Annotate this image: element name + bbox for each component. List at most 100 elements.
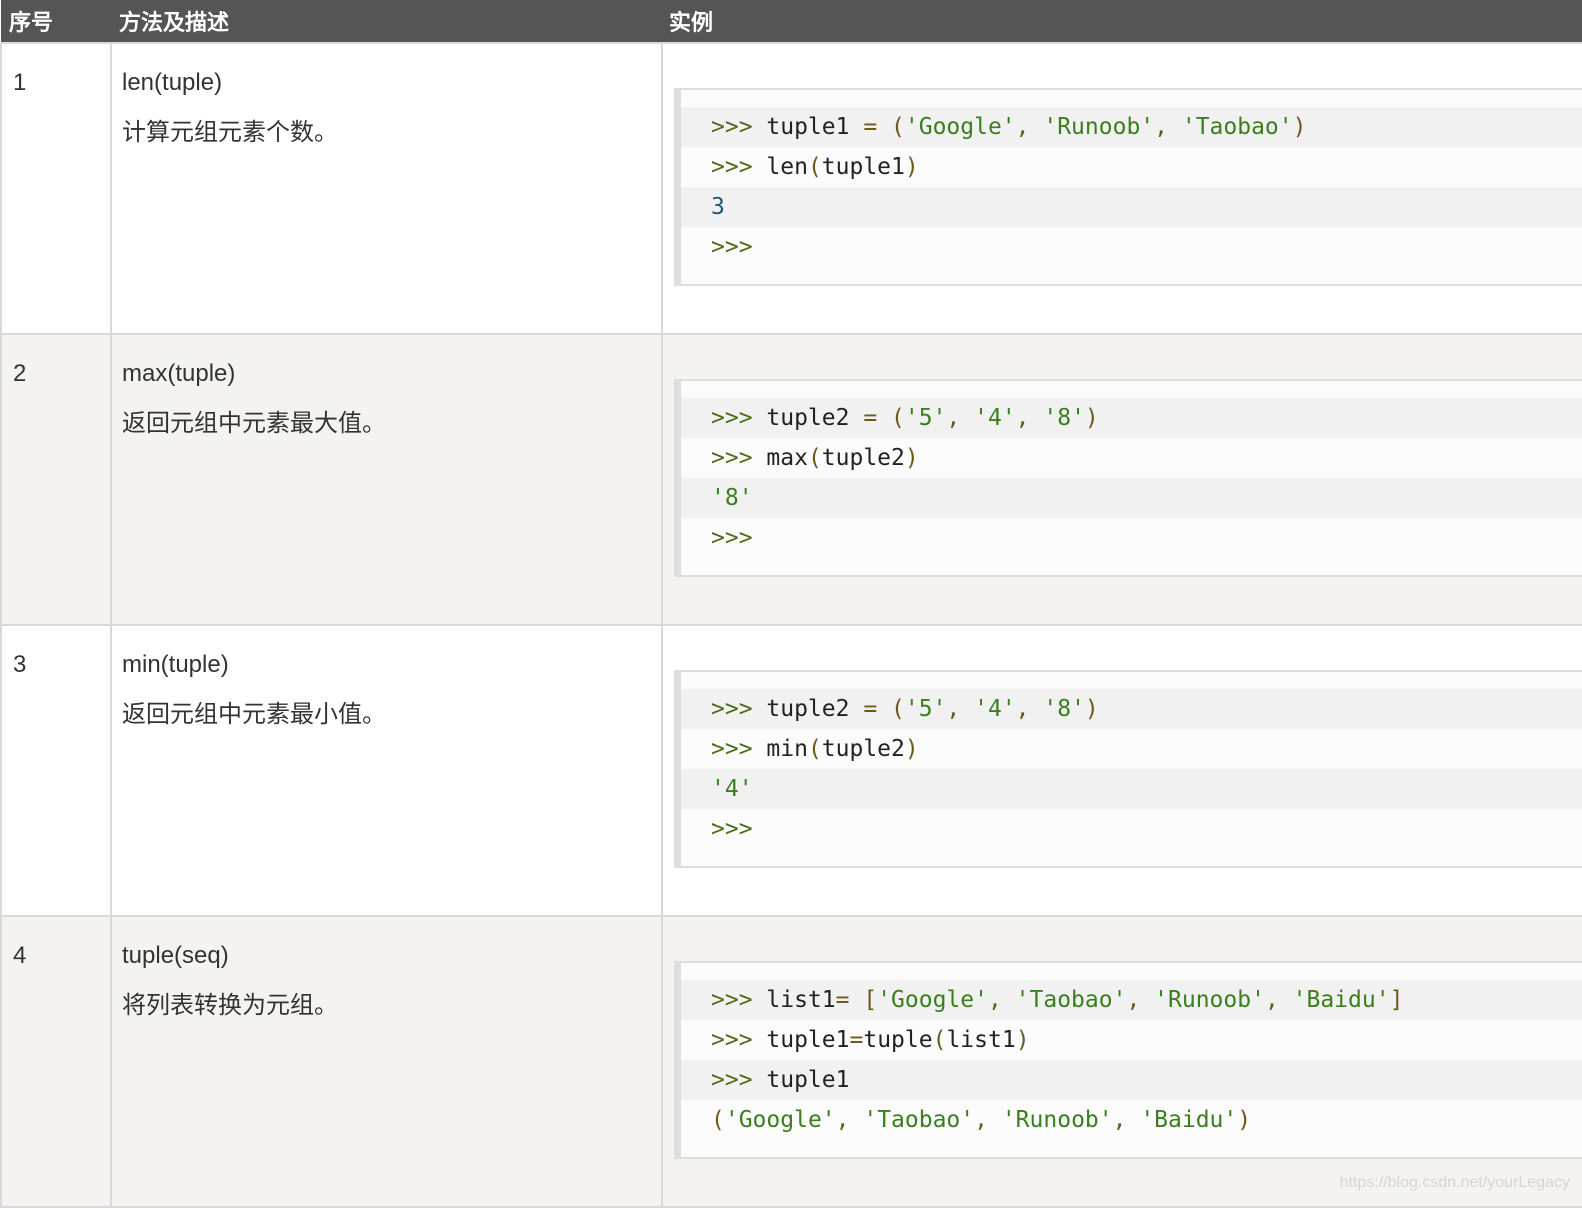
method-description: 计算元组元素个数。 bbox=[122, 119, 338, 146]
code-token: >>> bbox=[711, 234, 753, 260]
code-token: , bbox=[1112, 1107, 1141, 1133]
code-token: , bbox=[987, 987, 1016, 1013]
code-token: ) bbox=[904, 154, 919, 180]
code-token: '4' bbox=[711, 776, 753, 802]
code-line: ('Google', 'Taobao', 'Runoob', 'Baidu') bbox=[711, 1100, 1582, 1140]
code-line: '4' bbox=[681, 769, 1582, 809]
code-line: >>> bbox=[711, 809, 1582, 849]
code-token: >>> bbox=[711, 696, 767, 722]
code-token: tuple2 bbox=[821, 445, 905, 471]
table-row: 4 tuple(seq) 将列表转换为元组。 >>> list1 = ['Goog… bbox=[0, 915, 1582, 1208]
code-token: '8' bbox=[711, 485, 753, 511]
code-token: = [ bbox=[835, 987, 878, 1013]
code-token: 'Baidu' bbox=[1140, 1107, 1238, 1133]
code-line: >>> min(tuple2) bbox=[711, 729, 1582, 769]
code-token: ] bbox=[1389, 987, 1404, 1013]
row-example-cell: >>> tuple2 = ('5', '4', '8') >>> min(tupl… bbox=[661, 624, 1582, 917]
code-token: 'Taobao' bbox=[863, 1107, 975, 1133]
code-token: ) bbox=[1292, 114, 1307, 140]
code-token: 'Runoob' bbox=[1043, 114, 1155, 140]
code-token: tuple1 bbox=[821, 154, 905, 180]
code-token: , bbox=[974, 1107, 1002, 1133]
code-token: = ( bbox=[863, 696, 905, 722]
code-token: ( bbox=[711, 1107, 725, 1133]
code-token: ( bbox=[932, 1027, 947, 1053]
header-description: 方法及描述 bbox=[119, 10, 230, 35]
code-token: , bbox=[1126, 987, 1155, 1013]
row-example-cell: >>> list1 = ['Google', 'Taobao', 'Runoob'… bbox=[661, 915, 1582, 1208]
table-row: 2 max(tuple) 返回元组中元素最大值。 >>> tuple2 = ('… bbox=[0, 333, 1582, 626]
code-token: , bbox=[946, 696, 975, 722]
code-token: min bbox=[766, 736, 808, 762]
method-name: tuple(seq) bbox=[122, 942, 229, 969]
code-token: ( bbox=[807, 154, 822, 180]
code-token: list1 bbox=[946, 1027, 1016, 1053]
row-description-cell: tuple(seq) 将列表转换为元组。 bbox=[110, 915, 663, 1208]
code-line: >>> tuple1 = ('Google', 'Runoob', 'Taoba… bbox=[681, 107, 1582, 147]
code-token: '5' bbox=[904, 696, 947, 722]
code-line: '8' bbox=[681, 478, 1582, 518]
code-token: >>> bbox=[711, 114, 767, 140]
code-line: 3 bbox=[681, 187, 1582, 227]
code-token: , bbox=[1015, 114, 1044, 140]
code-block[interactable]: >>> tuple2 = ('5', '4', '8') >>> min(tupl… bbox=[674, 670, 1582, 868]
code-block[interactable]: >>> tuple2 = ('5', '4', '8') >>> max(tupl… bbox=[674, 379, 1582, 577]
method-description: 将列表转换为元组。 bbox=[122, 992, 338, 1019]
row-description-cell: len(tuple) 计算元组元素个数。 bbox=[110, 42, 663, 335]
code-block[interactable]: >>> tuple1 = ('Google', 'Runoob', 'Taoba… bbox=[674, 88, 1582, 286]
code-token: ) bbox=[1237, 1107, 1252, 1133]
code-token: = ( bbox=[863, 114, 905, 140]
code-token: max bbox=[766, 445, 808, 471]
method-name: min(tuple) bbox=[122, 651, 229, 678]
code-token: >>> bbox=[711, 445, 767, 471]
code-token: 'Runoob' bbox=[1154, 987, 1265, 1013]
code-line: >>> tuple2 = ('5', '4', '8') bbox=[681, 689, 1582, 729]
code-token: tuple2 bbox=[766, 405, 864, 431]
row-example-cell: >>> tuple1 = ('Google', 'Runoob', 'Taoba… bbox=[661, 42, 1582, 335]
code-token: 'Google' bbox=[904, 114, 1016, 140]
header-example: 实例 bbox=[669, 10, 714, 35]
code-token: , bbox=[946, 405, 975, 431]
code-token: = bbox=[849, 1027, 864, 1053]
code-token: 'Taobao' bbox=[1181, 114, 1293, 140]
row-description-cell: max(tuple) 返回元组中元素最大值。 bbox=[110, 333, 663, 626]
row-number: 4 bbox=[0, 915, 112, 1208]
code-token: ) bbox=[1084, 405, 1099, 431]
code-token: '5' bbox=[904, 405, 947, 431]
row-example-cell: >>> tuple2 = ('5', '4', '8') >>> max(tupl… bbox=[661, 333, 1582, 626]
code-token: tuple2 bbox=[821, 736, 905, 762]
code-token: >>> bbox=[711, 987, 767, 1013]
code-token: 'Runoob' bbox=[1001, 1107, 1113, 1133]
code-token: '8' bbox=[1043, 405, 1085, 431]
code-token: tuple1 bbox=[766, 114, 864, 140]
table-header: 序号 方法及描述 实例 bbox=[1, 0, 1582, 43]
code-token: tuple bbox=[863, 1027, 933, 1053]
code-token: , bbox=[1015, 405, 1044, 431]
code-token: ) bbox=[904, 736, 919, 762]
code-line: >>> bbox=[711, 518, 1582, 558]
code-token: 'Taobao' bbox=[1015, 987, 1127, 1013]
code-token: >>> bbox=[711, 1027, 767, 1053]
code-token: 'Google' bbox=[877, 987, 988, 1013]
code-token: = ( bbox=[863, 405, 905, 431]
code-token: tuple1 bbox=[766, 1067, 850, 1093]
code-token: '8' bbox=[1043, 696, 1085, 722]
code-block[interactable]: >>> list1 = ['Google', 'Taobao', 'Runoob'… bbox=[674, 961, 1582, 1159]
code-line: >>> len(tuple1) bbox=[711, 147, 1582, 187]
code-token: >>> bbox=[711, 525, 753, 551]
table-row: 1 len(tuple) 计算元组元素个数。 >>> tuple1 = ('Go… bbox=[0, 42, 1582, 335]
code-token: >>> bbox=[711, 736, 767, 762]
table-row: 3 min(tuple) 返回元组中元素最小值。 >>> tuple2 = ('… bbox=[0, 624, 1582, 917]
code-token: ) bbox=[1084, 696, 1099, 722]
code-token: len bbox=[766, 154, 808, 180]
code-token: >>> bbox=[711, 1067, 767, 1093]
code-token: tuple1 bbox=[766, 1027, 850, 1053]
code-token: >>> bbox=[711, 154, 767, 180]
code-token: >>> bbox=[711, 816, 753, 842]
code-token: >>> bbox=[711, 405, 767, 431]
code-line: >>> max(tuple2) bbox=[711, 438, 1582, 478]
code-token: '4' bbox=[974, 405, 1016, 431]
row-description-cell: min(tuple) 返回元组中元素最小值。 bbox=[110, 624, 663, 917]
code-token: '4' bbox=[974, 696, 1016, 722]
tuple-methods-table: 序号 方法及描述 实例 1 len(tuple) 计算元组元素个数。 >>> t… bbox=[0, 0, 1582, 1208]
